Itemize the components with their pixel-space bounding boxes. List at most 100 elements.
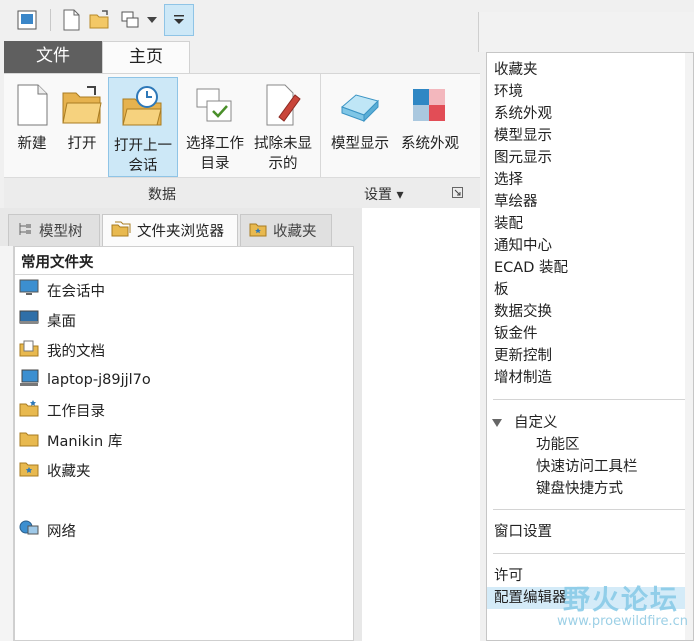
open-label: 打开 xyxy=(67,136,97,152)
window-icon[interactable] xyxy=(14,7,40,33)
tab-home[interactable]: 主页 xyxy=(102,41,190,73)
menu-item-keyboard-shortcuts[interactable]: 键盘快捷方式 xyxy=(536,478,623,500)
chevron-down-icon[interactable] xyxy=(145,7,159,33)
menu-item-data-exchange[interactable]: 数据交换 xyxy=(494,301,552,323)
common-folders-panel: 常用文件夹 在会话中 桌面 我的文档 laptop-j89jjl7o 工作目录 … xyxy=(14,246,354,641)
folder-item-manikin-library[interactable]: Manikin 库 xyxy=(19,428,122,452)
computer-icon xyxy=(19,369,39,391)
tab-favorites-label: 收藏夹 xyxy=(273,224,317,240)
ribbon: 新建 打开 打开上一 会话 选择工作 目录 拭除未显 示的 模型显示 系统外观 … xyxy=(4,73,480,208)
menu-item-sketcher[interactable]: 草绘器 xyxy=(494,191,538,213)
folder-browser-icon xyxy=(111,221,131,241)
navigator-tabs: 模型树 文件夹浏览器 收藏夹 xyxy=(4,212,362,246)
monitor-icon xyxy=(19,279,39,301)
triangle-down-icon xyxy=(492,412,502,434)
quick-access-toolbar xyxy=(0,0,480,41)
menu-item-ribbon[interactable]: 功能区 xyxy=(536,434,580,456)
tab-folder-browser[interactable]: 文件夹浏览器 xyxy=(102,214,238,246)
title-divider xyxy=(15,274,353,275)
navigator-panel: 模型树 文件夹浏览器 收藏夹 常用文件夹 在会话中 桌面 我的文档 laptop… xyxy=(0,208,362,641)
menu-item-sheetmetal[interactable]: 钣金件 xyxy=(494,323,538,345)
system-appearance-label: 系统外观 xyxy=(401,136,459,152)
system-appearance-button[interactable]: 系统外观 xyxy=(396,76,464,176)
erase-icon xyxy=(263,76,303,134)
tab-model-tree-label: 模型树 xyxy=(39,224,83,240)
folder-item-label: 收藏夹 xyxy=(47,463,91,480)
menu-item-assembly[interactable]: 装配 xyxy=(494,213,523,235)
tab-file[interactable]: 文件 xyxy=(4,41,102,73)
folder-item-desktop[interactable]: 桌面 xyxy=(19,308,76,332)
menu-separator xyxy=(493,399,685,400)
erase-label-1: 拭除未显 xyxy=(254,136,312,152)
menu-separator xyxy=(493,509,685,510)
folder-item-my-documents[interactable]: 我的文档 xyxy=(19,338,105,362)
group-data-label: 数据 xyxy=(148,187,176,203)
folder-item-working-directory[interactable]: 工作目录 xyxy=(19,398,105,422)
menu-item-update-control[interactable]: 更新控制 xyxy=(494,345,552,367)
select-dir-label-1: 选择工作 xyxy=(186,136,244,152)
model-display-label: 模型显示 xyxy=(331,136,389,152)
erase-label-2: 示的 xyxy=(268,156,298,172)
open-button[interactable]: 打开 xyxy=(58,76,106,176)
new-label: 新建 xyxy=(17,136,47,152)
new-icon[interactable] xyxy=(58,7,84,33)
folder-item-label: 我的文档 xyxy=(47,343,105,360)
menu-item-environment[interactable]: 环境 xyxy=(494,81,523,103)
tab-favorites[interactable]: 收藏夹 xyxy=(240,214,332,246)
menu-separator xyxy=(493,553,685,554)
menu-item-window-settings[interactable]: 窗口设置 xyxy=(494,521,552,543)
customize-label: 自定义 xyxy=(514,415,558,431)
customize-icon[interactable] xyxy=(164,4,194,36)
common-folders-title: 常用文件夹 xyxy=(21,255,94,271)
menu-item-board[interactable]: 板 xyxy=(494,279,509,301)
menu-item-selection[interactable]: 选择 xyxy=(494,169,523,191)
open-last-session-button[interactable]: 打开上一 会话 xyxy=(108,77,178,177)
system-appearance-icon xyxy=(411,76,449,134)
folder-item-network[interactable]: 网络 xyxy=(19,518,76,542)
toolbar-separator xyxy=(50,9,51,31)
menu-item-additive-manufacturing[interactable]: 增材制造 xyxy=(494,367,552,389)
menu-item-ecad-assembly[interactable]: ECAD 装配 xyxy=(494,257,568,279)
folder-item-favorites[interactable]: 收藏夹 xyxy=(19,458,91,482)
menu-item-system-appearance[interactable]: 系统外观 xyxy=(494,103,552,125)
menu-header xyxy=(478,12,694,52)
model-display-button[interactable]: 模型显示 xyxy=(326,76,394,176)
open-last-label-1: 打开上一 xyxy=(114,138,172,154)
model-display-icon xyxy=(338,76,382,134)
graphics-area[interactable] xyxy=(362,208,480,641)
network-icon xyxy=(19,519,39,541)
select-working-directory-button[interactable]: 选择工作 目录 xyxy=(180,76,250,176)
folder-item-in-session[interactable]: 在会话中 xyxy=(19,278,105,302)
folder-item-label: Manikin 库 xyxy=(47,433,123,450)
open-icon[interactable] xyxy=(87,7,113,33)
erase-not-displayed-button[interactable]: 拭除未显 示的 xyxy=(250,76,316,176)
tab-model-tree[interactable]: 模型树 xyxy=(8,214,100,246)
working-directory-icon xyxy=(19,399,39,421)
windows-icon[interactable] xyxy=(117,7,143,33)
menu-item-config-editor[interactable]: 配置编辑器 xyxy=(487,587,685,609)
folder-item-label: 网络 xyxy=(47,523,76,540)
desktop-icon xyxy=(19,309,39,331)
menu-item-entity-display[interactable]: 图元显示 xyxy=(494,147,552,169)
menu-group-customize[interactable]: 自定义 xyxy=(492,412,558,434)
menu-item-model-display[interactable]: 模型显示 xyxy=(494,125,552,147)
open-icon xyxy=(61,76,103,134)
menu-item-quick-access-toolbar[interactable]: 快速访问工具栏 xyxy=(536,456,638,478)
select-dir-label-2: 目录 xyxy=(200,156,230,172)
menu-item-favorites[interactable]: 收藏夹 xyxy=(494,59,538,81)
favorites-folder-icon xyxy=(249,221,267,241)
folder-icon xyxy=(19,429,39,451)
new-button[interactable]: 新建 xyxy=(10,76,54,176)
menu-item-license[interactable]: 许可 xyxy=(494,565,523,587)
folder-item-computer[interactable]: laptop-j89jjl7o xyxy=(19,368,151,392)
menu-scrollbar[interactable] xyxy=(685,53,693,640)
folder-item-label: laptop-j89jjl7o xyxy=(47,372,151,388)
select-directory-icon xyxy=(193,76,237,134)
open-last-label-2: 会话 xyxy=(128,158,158,174)
group-settings-label[interactable]: 设置 ▾ xyxy=(364,184,403,204)
folder-item-label: 在会话中 xyxy=(47,283,105,300)
dialog-launcher-icon[interactable] xyxy=(452,186,463,202)
menu-item-notification-center[interactable]: 通知中心 xyxy=(494,235,552,257)
model-tree-icon xyxy=(17,221,33,241)
ribbon-tabs: 文件 主页 xyxy=(4,41,484,73)
